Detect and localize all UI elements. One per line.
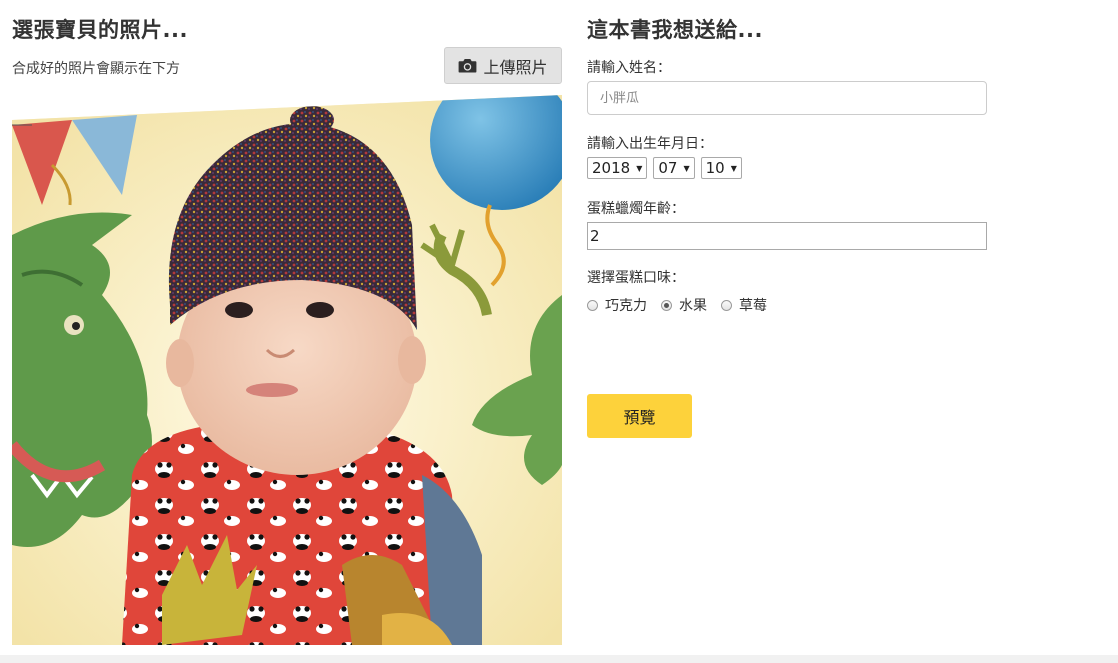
cake-flavor-label: 選擇蛋糕口味： [587, 270, 685, 286]
upload-photo-label: 上傳照片 [483, 57, 548, 77]
radio-button[interactable] [587, 299, 598, 311]
photo-section-subtitle: 合成好的照片會顯示在下方 [12, 61, 180, 77]
preview-button[interactable]: 預覽 [587, 394, 692, 438]
birthdate-selects: 2018 ▼ 07 ▼ 10 ▼ [587, 157, 742, 179]
flavor-label: 草莓 [739, 298, 767, 314]
birth-year-select[interactable]: 2018 ▼ [587, 157, 648, 179]
candle-age-label: 蛋糕蠟燭年齡： [587, 201, 685, 217]
composite-photo-preview [12, 95, 562, 645]
camera-icon [459, 58, 477, 73]
photo-panel: 選張寶貝的照片... 合成好的照片會顯示在下方 上傳照片 [12, 14, 562, 84]
radio-button-selected[interactable] [661, 299, 672, 311]
flavor-option-fruit[interactable]: 水果 [661, 295, 707, 315]
birthdate-label: 請輸入出生年月日： [587, 136, 713, 152]
birth-day-select[interactable]: 10 ▼ [700, 157, 742, 179]
flavor-label: 巧克力 [605, 298, 647, 314]
dropdown-arrow-icon: ▼ [730, 163, 737, 173]
name-input[interactable] [587, 81, 987, 115]
page-bottom-border [0, 655, 1118, 663]
form-title: 這本書我想送給... [587, 18, 763, 42]
birth-year-value: 2018 [592, 159, 631, 177]
birth-month-value: 07 [658, 159, 678, 177]
photo-section-title: 選張寶貝的照片... [12, 18, 188, 42]
candle-age-input[interactable] [587, 222, 987, 250]
flavor-option-strawberry[interactable]: 草莓 [721, 295, 767, 315]
cake-flavor-options: 巧克力 水果 草莓 [587, 295, 767, 315]
baby-composite-illustration [12, 95, 562, 645]
name-label: 請輸入姓名： [587, 60, 671, 76]
dropdown-arrow-icon: ▼ [636, 163, 643, 173]
flavor-option-chocolate[interactable]: 巧克力 [587, 295, 647, 315]
dropdown-arrow-icon: ▼ [683, 163, 690, 173]
radio-button[interactable] [721, 299, 732, 311]
recipient-form: 這本書我想送給... 請輸入姓名： 請輸入出生年月日： 2018 ▼ 07 ▼ … [587, 14, 987, 438]
birth-day-value: 10 [705, 159, 725, 177]
birth-month-select[interactable]: 07 ▼ [653, 157, 695, 179]
upload-photo-button[interactable]: 上傳照片 [444, 47, 562, 84]
flavor-label: 水果 [679, 298, 707, 314]
